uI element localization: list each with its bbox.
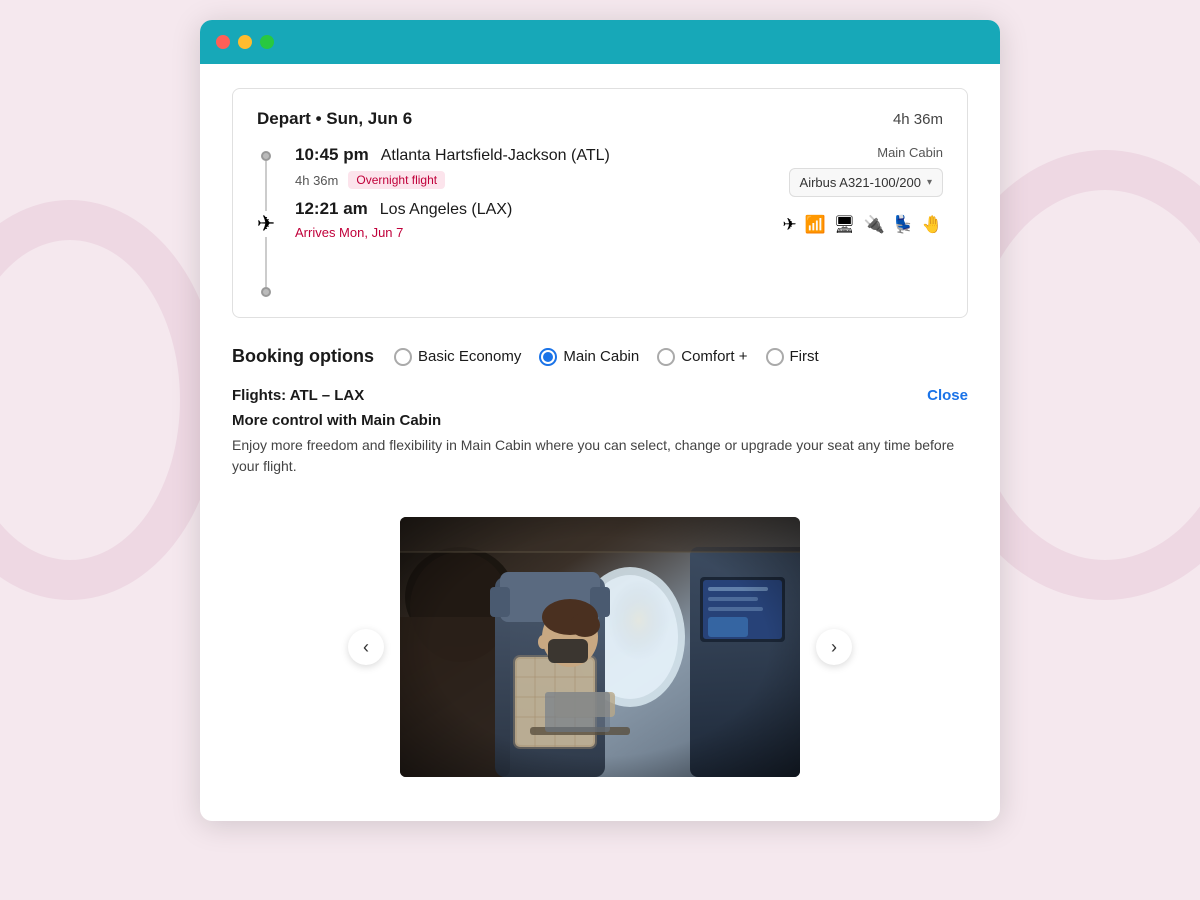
amenity-screen-icon: 🖥 xyxy=(834,215,856,235)
main-content: Depart • Sun, Jun 6 4h 36m ✈ 10:45 pm xyxy=(200,64,1000,821)
titlebar xyxy=(200,20,1000,64)
departure-row: 10:45 pm Atlanta Hartsfield-Jackson (ATL… xyxy=(295,145,762,165)
radio-label-basic-economy: Basic Economy xyxy=(418,348,521,365)
radio-circle-basic-economy xyxy=(394,348,412,366)
close-button[interactable]: Close xyxy=(927,387,968,404)
carousel-next-button[interactable]: › xyxy=(816,629,852,665)
booking-options-title: Booking options xyxy=(232,346,374,367)
radio-circle-main-cabin xyxy=(539,348,557,366)
departure-time: 10:45 pm xyxy=(295,145,369,165)
amenity-power-icon: 🔌 xyxy=(863,215,884,235)
radio-first[interactable]: First xyxy=(766,348,819,366)
cabin-class-label: Main Cabin xyxy=(877,145,943,160)
window-close-dot[interactable] xyxy=(216,35,230,49)
flight-body: ✈ 10:45 pm Atlanta Hartsfield-Jackson (A… xyxy=(257,145,943,297)
arrival-dot xyxy=(261,287,271,297)
cabin-image xyxy=(400,517,800,777)
flight-header: Depart • Sun, Jun 6 4h 36m xyxy=(257,109,943,129)
arrives-note: Arrives Mon, Jun 7 xyxy=(295,225,762,240)
app-window: Depart • Sun, Jun 6 4h 36m ✈ 10:45 pm xyxy=(200,20,1000,821)
timeline-line-2 xyxy=(265,237,267,287)
amenity-seat-icon: 💺 xyxy=(893,215,914,235)
radio-circle-first xyxy=(766,348,784,366)
flight-info: 10:45 pm Atlanta Hartsfield-Jackson (ATL… xyxy=(295,145,762,240)
plane-icon: ✈ xyxy=(257,213,275,235)
radio-main-cabin[interactable]: Main Cabin xyxy=(539,348,639,366)
amenity-wifi-icon: 📶 xyxy=(805,215,826,235)
window-maximize-dot[interactable] xyxy=(260,35,274,49)
radio-label-comfort-plus: Comfort + xyxy=(681,348,747,365)
chevron-right-icon: › xyxy=(831,637,837,658)
image-carousel: ‹ xyxy=(232,517,968,777)
radio-circle-comfort-plus xyxy=(657,348,675,366)
total-duration: 4h 36m xyxy=(893,111,943,128)
arrival-airport: Los Angeles (LAX) xyxy=(380,201,513,219)
bg-decoration-left xyxy=(0,200,220,600)
info-panel-header: Flights: ATL – LAX Close xyxy=(232,387,968,404)
chevron-down-icon: ▾ xyxy=(927,177,932,188)
radio-group: Basic Economy Main Cabin Comfort + xyxy=(394,348,819,366)
radio-basic-economy[interactable]: Basic Economy xyxy=(394,348,521,366)
window-minimize-dot[interactable] xyxy=(238,35,252,49)
overnight-badge: Overnight flight xyxy=(348,171,445,189)
flights-route: Flights: ATL – LAX xyxy=(232,387,364,404)
booking-options-section: Booking options Basic Economy Main Cabin xyxy=(232,346,968,777)
timeline-line xyxy=(265,161,267,211)
chevron-left-icon: ‹ xyxy=(363,637,369,658)
amenity-plane-icon: ✈ xyxy=(782,215,796,235)
flight-card: Depart • Sun, Jun 6 4h 36m ✈ 10:45 pm xyxy=(232,88,968,318)
amenities-row: ✈ 📶 🖥 🔌 💺 🤚 xyxy=(782,211,943,239)
radio-label-main-cabin: Main Cabin xyxy=(563,348,639,365)
booking-options-row: Booking options Basic Economy Main Cabin xyxy=(232,346,968,367)
departure-airport: Atlanta Hartsfield-Jackson (ATL) xyxy=(381,147,610,165)
radio-inner-main-cabin xyxy=(543,352,553,362)
aircraft-name: Airbus A321-100/200 xyxy=(800,175,921,190)
arrival-row: 12:21 am Los Angeles (LAX) Arrives Mon, … xyxy=(295,199,762,240)
mid-info-row: 4h 36m Overnight flight xyxy=(295,171,762,189)
aircraft-dropdown[interactable]: Airbus A321-100/200 ▾ xyxy=(789,168,943,197)
departure-dot xyxy=(261,151,271,161)
arrival-time: 12:21 am xyxy=(295,199,368,219)
amenity-service-icon: 🤚 xyxy=(922,215,943,235)
radio-label-first: First xyxy=(790,348,819,365)
depart-label: Depart • Sun, Jun 6 xyxy=(257,109,412,129)
flight-duration: 4h 36m xyxy=(295,173,338,188)
info-panel: Flights: ATL – LAX Close More control wi… xyxy=(232,387,968,497)
info-subtitle: More control with Main Cabin xyxy=(232,412,968,429)
radio-comfort-plus[interactable]: Comfort + xyxy=(657,348,747,366)
carousel-prev-button[interactable]: ‹ xyxy=(348,629,384,665)
cabin-svg xyxy=(400,517,800,777)
info-description: Enjoy more freedom and flexibility in Ma… xyxy=(232,435,968,477)
aircraft-panel: Main Cabin Airbus A321-100/200 ▾ ✈ 📶 🖥 🔌… xyxy=(782,145,943,239)
